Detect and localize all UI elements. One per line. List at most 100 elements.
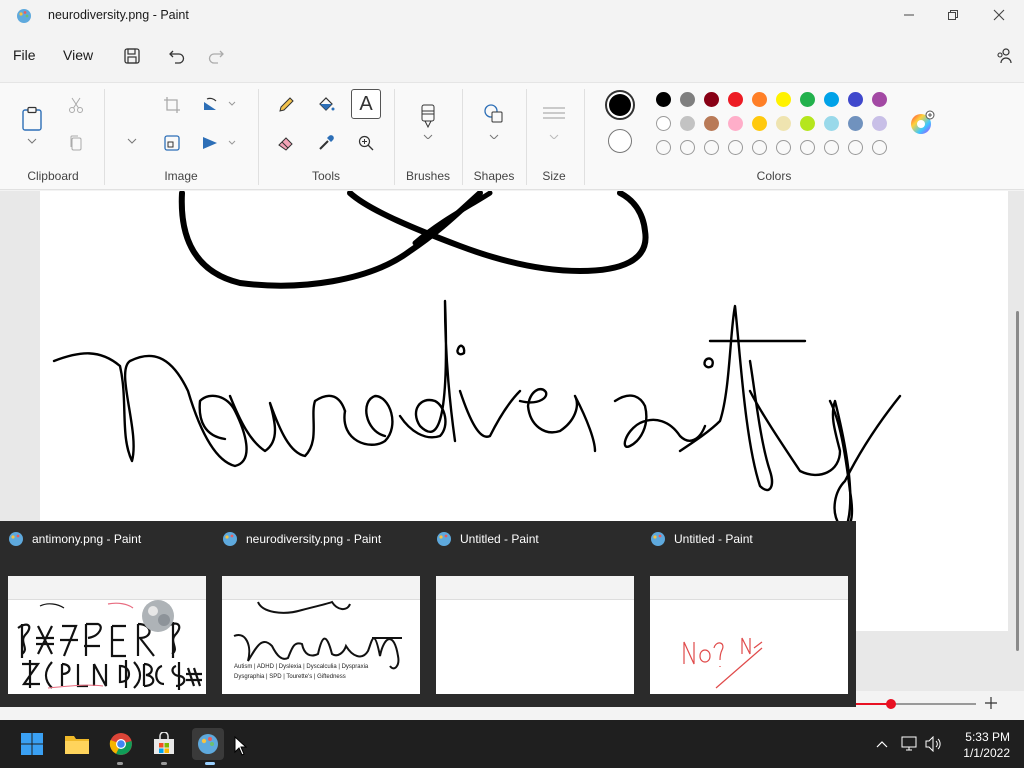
view-menu[interactable]: View [63, 47, 93, 63]
close-button[interactable] [976, 0, 1022, 30]
file-menu[interactable]: File [13, 47, 36, 63]
color-swatch[interactable] [824, 116, 839, 131]
flip-icon [203, 137, 236, 149]
primary-color[interactable] [605, 90, 635, 120]
close-icon [993, 9, 1005, 21]
color-swatch[interactable] [752, 116, 767, 131]
network-button[interactable] [900, 734, 920, 754]
color-swatch-empty[interactable] [872, 140, 887, 155]
switcher-window-card[interactable]: Untitled - Paint [642, 521, 856, 707]
file-explorer-button[interactable] [61, 728, 93, 760]
color-swatch[interactable] [872, 92, 887, 107]
paint-app-icon [9, 532, 23, 546]
eraser-tool[interactable] [272, 129, 300, 157]
chevron-down-icon [27, 138, 37, 144]
brushes-button[interactable] [414, 101, 442, 141]
color-swatch-empty[interactable] [704, 140, 719, 155]
color-swatch[interactable] [824, 92, 839, 107]
color-swatch-empty[interactable] [728, 140, 743, 155]
save-button[interactable] [120, 44, 144, 68]
minimize-button[interactable] [886, 0, 932, 30]
magnifier-tool[interactable] [352, 129, 380, 157]
zoom-in-button[interactable] [984, 696, 1000, 712]
edit-colors-button[interactable] [908, 109, 936, 137]
window-switcher: antimony.png - Paint neurodiversity.png … [0, 521, 856, 707]
zoom-slider-thumb[interactable] [886, 699, 896, 709]
color-swatch[interactable] [872, 116, 887, 131]
antimony-drawing [17, 600, 202, 690]
color-swatch-empty[interactable] [824, 140, 839, 155]
color-swatch-empty[interactable] [656, 140, 671, 155]
color-swatch[interactable] [776, 92, 791, 107]
account-button[interactable] [992, 44, 1016, 68]
ribbon-divider [584, 89, 585, 185]
switcher-window-card[interactable]: antimony.png - Paint [0, 521, 214, 707]
cut-button[interactable] [62, 91, 90, 119]
windows-logo-icon [21, 733, 43, 755]
fill-tool[interactable] [312, 91, 340, 119]
color-swatch-empty[interactable] [752, 140, 767, 155]
color-swatch[interactable] [680, 116, 695, 131]
color-swatch[interactable] [656, 92, 671, 107]
chevron-up-icon [876, 741, 888, 748]
chrome-button[interactable] [105, 728, 137, 760]
window-thumbnail [436, 576, 634, 694]
clock-time: 5:33 PM [965, 730, 1010, 744]
color-swatch[interactable] [752, 92, 767, 107]
undo-button[interactable] [165, 44, 189, 68]
color-swatch[interactable] [728, 116, 743, 131]
resize-button[interactable] [158, 129, 186, 157]
color-swatch[interactable] [800, 116, 815, 131]
size-button[interactable] [540, 101, 568, 141]
color-swatch[interactable] [776, 116, 791, 131]
copy-button[interactable] [62, 129, 90, 157]
color-swatch[interactable] [656, 116, 671, 131]
color-swatch[interactable] [848, 92, 863, 107]
select-dropdown[interactable] [118, 127, 146, 155]
paste-dropdown[interactable] [18, 133, 46, 149]
color-swatch-empty[interactable] [848, 140, 863, 155]
shapes-button[interactable] [480, 101, 508, 141]
pencil-tool[interactable] [272, 91, 300, 119]
color-swatch[interactable] [704, 116, 719, 131]
color-swatch[interactable] [704, 92, 719, 107]
rotate-button[interactable] [198, 91, 240, 119]
volume-button[interactable] [924, 734, 944, 754]
redo-icon [208, 50, 224, 64]
colors-group-label: Colors [756, 169, 792, 183]
flip-button[interactable] [198, 129, 240, 157]
color-swatch[interactable] [848, 116, 863, 131]
paint-taskbar-button[interactable] [192, 728, 224, 760]
color-swatch[interactable] [800, 92, 815, 107]
color-swatch[interactable] [728, 92, 743, 107]
vertical-scrollbar[interactable] [1016, 311, 1019, 651]
maximize-button[interactable] [930, 0, 976, 30]
switcher-window-title: antimony.png - Paint [32, 532, 142, 546]
paint-app-icon [17, 9, 31, 23]
ribbon-divider [462, 89, 463, 185]
switcher-window-card[interactable]: neurodiversity.png - Paint Autism | ADHD… [214, 521, 428, 707]
scissors-icon [69, 97, 83, 113]
ribbon-divider [394, 89, 395, 185]
image-group-label: Image [164, 169, 198, 183]
redo-button[interactable] [204, 44, 228, 68]
paste-button[interactable] [18, 101, 46, 137]
crop-button[interactable] [158, 91, 186, 119]
color-swatch-empty[interactable] [680, 140, 695, 155]
text-tool[interactable]: A [351, 89, 381, 119]
people-icon [997, 48, 1012, 64]
secondary-color[interactable] [608, 129, 632, 153]
clipboard-icon [22, 106, 42, 131]
color-swatch[interactable] [680, 92, 695, 107]
switcher-window-card[interactable]: Untitled - Paint [428, 521, 642, 707]
start-button[interactable] [16, 728, 48, 760]
color-swatch-empty[interactable] [800, 140, 815, 155]
store-button[interactable] [148, 728, 180, 760]
taskbar-clock[interactable]: 5:33 PM 1/1/2022 [963, 729, 1010, 761]
color-swatch-empty[interactable] [776, 140, 791, 155]
color-picker-tool[interactable] [312, 129, 340, 157]
show-hidden-icons-button[interactable] [872, 734, 892, 754]
paint-app-icon [198, 734, 218, 754]
ribbon-divider [258, 89, 259, 185]
ribbon: Clipboard Image A Tools Brushes Shapes S… [0, 82, 1024, 190]
